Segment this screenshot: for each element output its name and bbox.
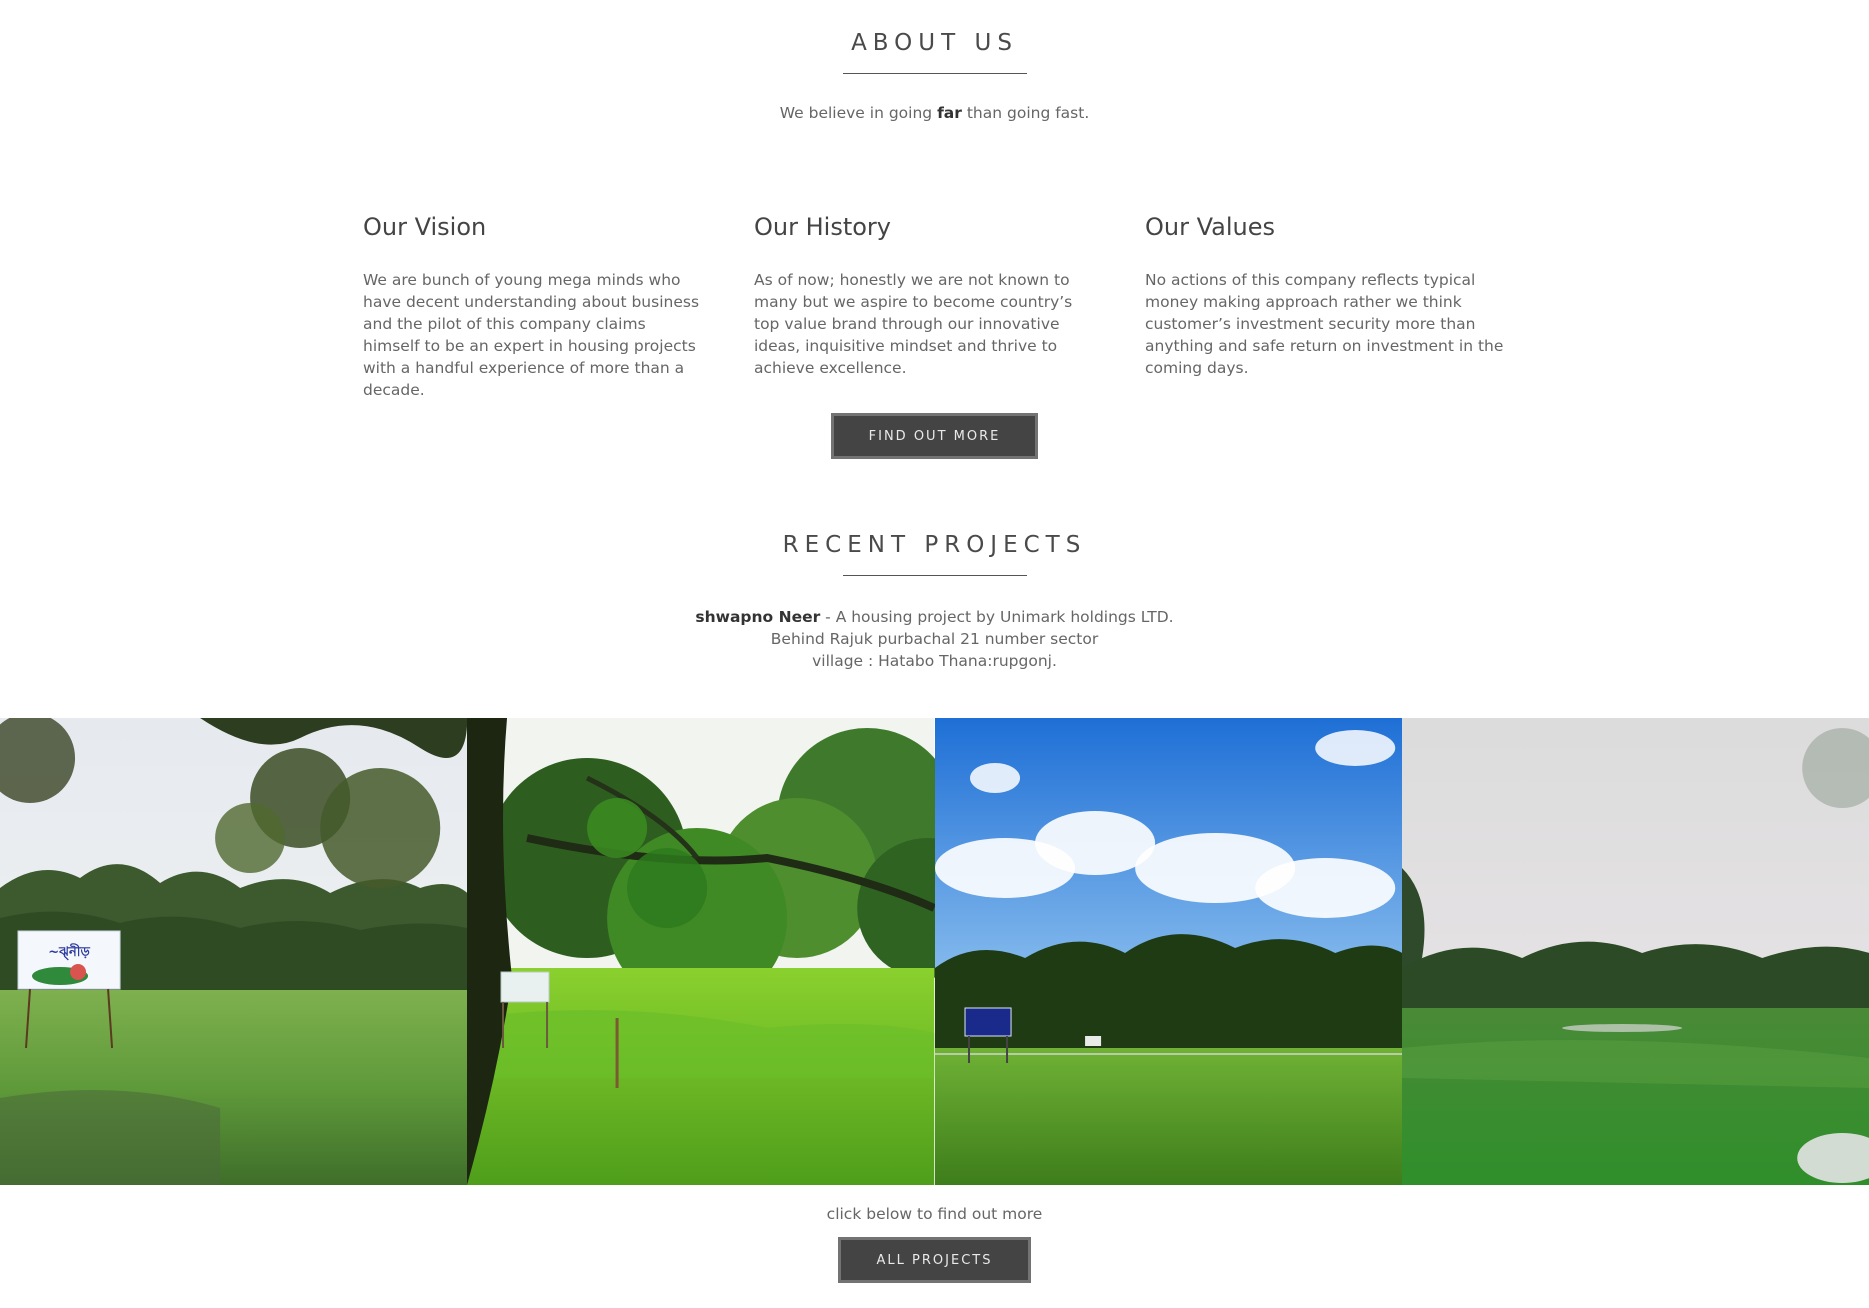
tagline-pre: We believe in going bbox=[779, 104, 938, 122]
project-line-3: village : Hatabo Thana:rupgonj. bbox=[812, 652, 1057, 670]
vision-heading: Our Vision bbox=[363, 213, 487, 241]
page: ABOUT US We believe in going far than go… bbox=[0, 0, 1869, 1308]
all-projects-button[interactable]: ALL PROJECTS bbox=[838, 1237, 1031, 1283]
history-column: Our History As of now; honestly we are n… bbox=[754, 213, 1094, 379]
project-line-1: shwapno Neer - A housing project by Unim… bbox=[0, 606, 1869, 628]
project-photo-field-with-signboard[interactable]: ~ঝ্নীড় bbox=[0, 718, 468, 1185]
vision-text: We are bunch of young mega minds who hav… bbox=[363, 270, 700, 399]
values-column: Our Values No actions of this company re… bbox=[1145, 213, 1507, 379]
vision-column: Our Vision We are bunch of young mega mi… bbox=[363, 213, 703, 401]
tagline-post: than going fast. bbox=[961, 104, 1090, 122]
project-photo-open-green-field[interactable] bbox=[1401, 718, 1869, 1185]
about-tagline: We believe in going far than going fast. bbox=[0, 104, 1869, 122]
project-line-2: Behind Rajuk purbachal 21 number sector bbox=[770, 630, 1099, 648]
history-text: As of now; honestly we are not known to … bbox=[754, 270, 1073, 377]
recent-projects-title: RECENT PROJECTS bbox=[782, 532, 1087, 558]
about-title-rule bbox=[843, 73, 1027, 74]
tagline-bold: far bbox=[937, 104, 962, 122]
values-heading: Our Values bbox=[1145, 213, 1276, 241]
project-gallery: ~ঝ্নীড় bbox=[0, 718, 1869, 1185]
about-title: ABOUT US bbox=[851, 30, 1018, 56]
projects-title-rule bbox=[843, 575, 1027, 576]
project-line-1-rest: - A housing project by Unimark holdings … bbox=[820, 608, 1174, 626]
find-out-more-button[interactable]: FIND OUT MORE bbox=[831, 413, 1038, 459]
svg-text:~ঝ্নীড়: ~ঝ্নীড় bbox=[48, 943, 90, 961]
find-more-note: click below to find out more bbox=[826, 1205, 1043, 1223]
project-name: shwapno Neer bbox=[695, 608, 821, 626]
project-description: shwapno Neer - A housing project by Unim… bbox=[0, 606, 1869, 672]
history-heading: Our History bbox=[754, 213, 891, 241]
values-text: No actions of this company reflects typi… bbox=[1145, 270, 1504, 377]
project-photo-trees-and-signboard[interactable] bbox=[467, 718, 935, 1185]
project-photo-blue-sky-field[interactable] bbox=[934, 718, 1402, 1185]
